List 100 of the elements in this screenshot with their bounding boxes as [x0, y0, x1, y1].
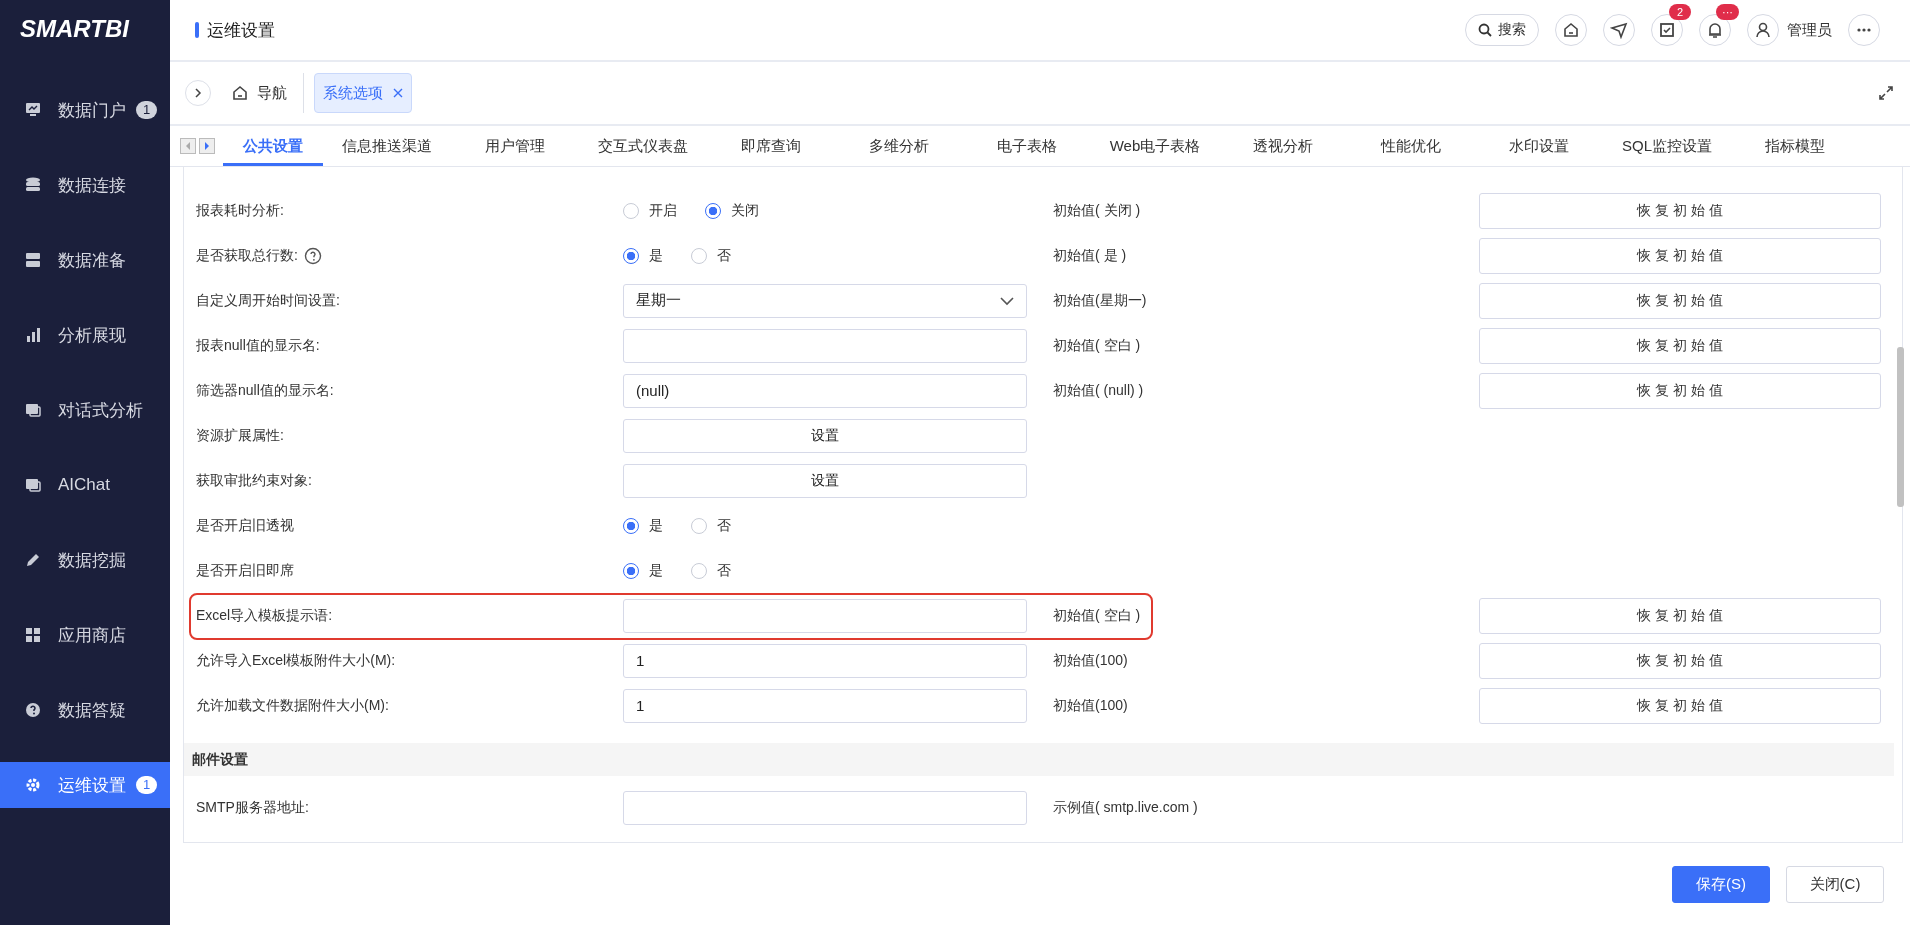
setting-label: 允许加载文件数据附件大小(M): [196, 696, 389, 715]
initial-value: 初始值(星期一) [1053, 291, 1147, 308]
option-label: 开启 [649, 201, 677, 220]
sidebar-item[interactable]: 运维设置 1 [0, 762, 170, 808]
chat-icon [24, 476, 42, 494]
question-icon [24, 701, 42, 719]
restore-default-button[interactable]: 恢 复 初 始 值 [1479, 237, 1881, 274]
help-icon [303, 246, 322, 265]
send-icon [1610, 21, 1628, 39]
settings-tab[interactable]: 透视分析 [1219, 126, 1347, 166]
page-title: 运维设置 [207, 19, 275, 42]
settings-tab[interactable]: 电子表格 [963, 126, 1091, 166]
settings-tab[interactable]: 即席查询 [707, 126, 835, 166]
option-label: 是 [649, 246, 663, 265]
close-icon [393, 88, 403, 98]
notification-badge: ··· [1716, 4, 1739, 20]
input-field[interactable] [623, 598, 1027, 633]
setting-label: 是否开启旧即席 [196, 561, 294, 580]
settings-tab[interactable]: 多维分析 [835, 126, 963, 166]
restore-default-button[interactable]: 恢 复 初 始 值 [1479, 327, 1881, 364]
title-marker [195, 22, 199, 38]
count-badge: 1 [136, 101, 158, 119]
input-field[interactable]: (null) [623, 373, 1027, 408]
checkbox-icon [1658, 21, 1676, 39]
sidebar-item[interactable]: 数据门户 1 [0, 87, 170, 133]
sidebar-item[interactable]: 对话式分析 [0, 387, 170, 433]
setting-label: 报表耗时分析: [196, 201, 284, 220]
setting-label: 是否获取总行数: [196, 246, 298, 265]
initial-value: 初始值( (null) ) [1053, 381, 1144, 398]
initial-value: 初始值( 关闭 ) [1053, 201, 1141, 218]
sidebar-item[interactable]: 数据连接 [0, 162, 170, 208]
option-label: 否 [717, 246, 731, 265]
sidebar-item[interactable]: 分析展现 [0, 312, 170, 358]
restore-default-button[interactable]: 恢 复 初 始 值 [1479, 282, 1881, 319]
initial-value: 初始值(100) [1053, 651, 1128, 668]
scrollbar[interactable] [1897, 347, 1904, 507]
restore-default-button[interactable]: 恢 复 初 始 值 [1479, 642, 1881, 679]
settings-tab[interactable]: 性能优化 [1347, 126, 1475, 166]
bell-icon [1706, 21, 1724, 39]
setting-label: 资源扩展属性: [196, 426, 284, 445]
settings-tab[interactable]: 交互式仪表盘 [579, 126, 707, 166]
option-label: 否 [717, 561, 731, 580]
save-button[interactable]: 保存(S) [1672, 865, 1770, 903]
home-tab[interactable]: 导航 [231, 83, 287, 103]
home-icon [231, 84, 249, 102]
initial-value: 初始值(100) [1053, 696, 1128, 713]
radio-button[interactable] [623, 517, 639, 534]
close-button[interactable]: 关闭(C) [1786, 865, 1884, 903]
radio-button[interactable] [705, 202, 721, 219]
database-icon [24, 176, 42, 194]
restore-default-button[interactable]: 恢 复 初 始 值 [1479, 192, 1881, 229]
setting-label: SMTP服务器地址: [196, 798, 309, 817]
logo: SMARTBI [19, 14, 129, 44]
bar-chart-icon [24, 326, 42, 344]
restore-default-button[interactable]: 恢 复 初 始 值 [1479, 687, 1881, 724]
initial-value: 初始值( 空白 ) [1053, 606, 1141, 623]
settings-tab[interactable]: 信息推送渠道 [323, 126, 451, 166]
option-label: 否 [717, 516, 731, 535]
settings-tab[interactable]: 水印设置 [1475, 126, 1603, 166]
settings-tab[interactable]: 公共设置 [223, 126, 323, 166]
settings-tab[interactable]: Web电子表格 [1091, 126, 1219, 166]
page-tab[interactable]: 系统选项 [314, 73, 412, 113]
sidebar-item[interactable]: 数据准备 [0, 237, 170, 283]
monitor-icon [24, 101, 42, 119]
chevron-down-icon [1000, 295, 1014, 306]
section-header: 邮件设置 [184, 743, 1894, 776]
chevron-right-icon [193, 88, 203, 98]
settings-tab[interactable]: SQL监控设置 [1603, 126, 1731, 166]
pencil-icon [24, 551, 42, 569]
sidebar-item[interactable]: 应用商店 [0, 612, 170, 658]
more-icon [1857, 28, 1871, 32]
sidebar-item[interactable]: 数据挖掘 [0, 537, 170, 583]
dropdown[interactable]: 星期一 [623, 283, 1027, 318]
settings-button[interactable]: 设置 [623, 463, 1027, 498]
input-field[interactable] [623, 790, 1027, 825]
radio-button[interactable] [623, 247, 639, 264]
count-badge: 1 [136, 776, 158, 794]
home-icon [1562, 21, 1580, 39]
input-field[interactable] [623, 328, 1027, 363]
settings-tab[interactable]: 指标模型 [1731, 126, 1859, 166]
user-name[interactable]: 管理员 [1787, 20, 1832, 40]
input-field[interactable]: 1 [623, 643, 1027, 678]
user-icon [1754, 21, 1772, 39]
gear-icon [24, 776, 42, 794]
sidebar-item[interactable]: AIChat [0, 462, 170, 508]
restore-default-button[interactable]: 恢 复 初 始 值 [1479, 597, 1881, 634]
restore-default-button[interactable]: 恢 复 初 始 值 [1479, 372, 1881, 409]
option-label: 是 [649, 516, 663, 535]
radio-button[interactable] [623, 562, 639, 579]
server-icon [24, 251, 42, 269]
setting-label: 自定义周开始时间设置: [196, 291, 340, 310]
option-label: 关闭 [731, 201, 759, 220]
settings-button[interactable]: 设置 [623, 418, 1027, 453]
chat-icon [24, 401, 42, 419]
input-field[interactable]: 1 [623, 688, 1027, 723]
sidebar-item[interactable]: 数据答疑 [0, 687, 170, 733]
initial-value: 示例值( smtp.live.com ) [1053, 798, 1198, 815]
setting-label: Excel导入模板提示语: [196, 606, 333, 625]
scroll-right-icon [199, 138, 215, 154]
settings-tab[interactable]: 用户管理 [451, 126, 579, 166]
